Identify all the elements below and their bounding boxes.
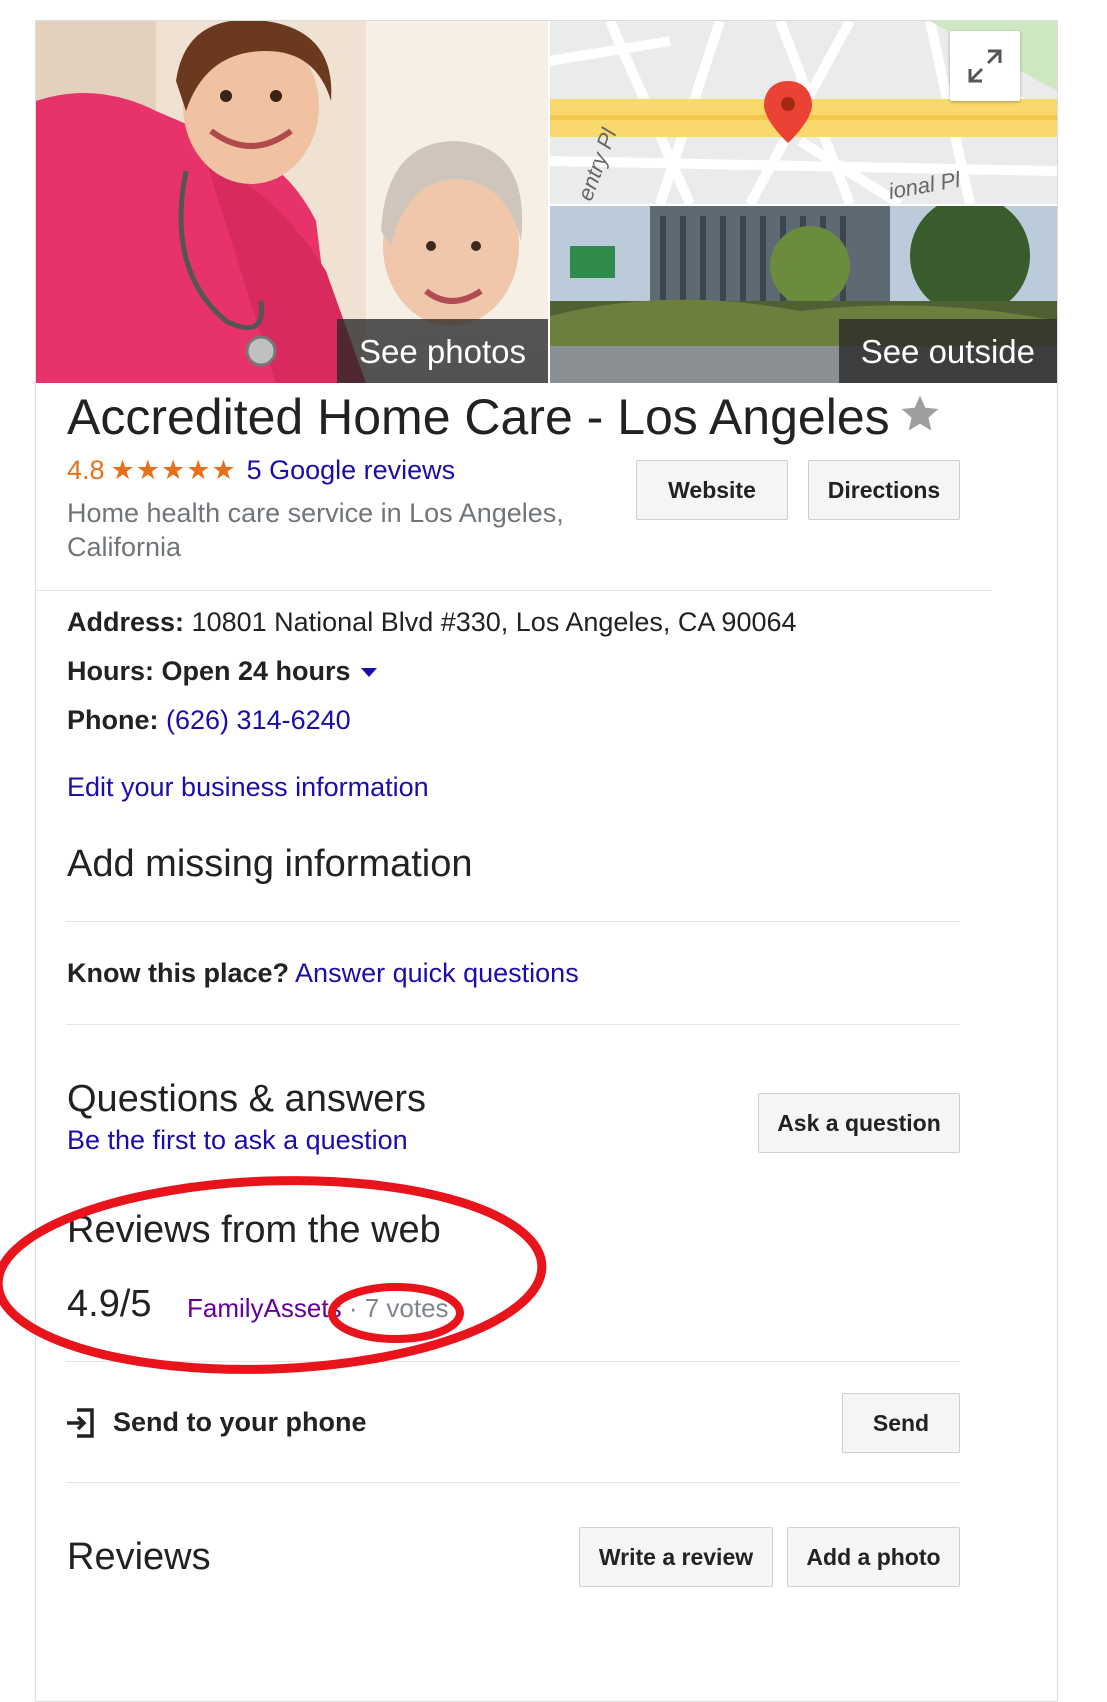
business-photo[interactable]: See photos [36,21,548,383]
web-review-score: 4.9/5 [67,1283,152,1325]
write-review-button[interactable]: Write a review [579,1527,773,1587]
see-outside-button[interactable]: See outside [838,319,1057,383]
business-category: Home health care service in Los Angeles,… [67,498,564,562]
divider [66,1482,960,1483]
divider [66,921,960,922]
divider [66,1024,960,1025]
votes-count: 7 votes [364,1293,449,1323]
add-missing-information[interactable]: Add missing information [67,843,473,886]
edit-business-link[interactable]: Edit your business information [67,772,429,803]
street-view-thumbnail[interactable]: See outside [550,206,1057,383]
add-photo-button[interactable]: Add a photo [787,1527,960,1587]
address-label: Address: [67,607,185,637]
website-button[interactable]: Website [636,460,788,520]
ask-question-button[interactable]: Ask a question [758,1093,960,1153]
rating-row: 4.8 ★★★★★ 5 Google reviews [67,455,455,486]
business-name: Accredited Home Care - Los Angeles [67,389,890,445]
send-to-phone-icon [67,1408,94,1438]
expand-icon [968,49,1002,83]
send-button[interactable]: Send [842,1393,960,1453]
hours-label: Hours: [67,656,154,686]
map-thumbnail[interactable]: entry Pl ional Pl [550,21,1057,204]
hours-dropdown-icon[interactable] [360,668,377,678]
address-value: 10801 National Blvd #330, Los Angeles, C… [191,607,797,637]
separator: · [348,1293,358,1323]
hours-value[interactable]: Open 24 hours [162,656,351,686]
divider [66,1361,960,1362]
address-row: Address: 10801 National Blvd #330, Los A… [67,607,797,638]
hours-row: Hours: Open 24 hours [67,656,377,687]
know-place-label: Know this place? [67,958,290,988]
rating-stars-icon: ★★★★★ [110,455,237,485]
google-reviews-link[interactable]: 5 Google reviews [247,455,456,485]
answer-questions-link[interactable]: Answer quick questions [295,958,579,988]
qa-title: Questions & answers [67,1078,427,1120]
know-this-place-row: Know this place? Answer quick questions [67,958,579,989]
family-assets-link[interactable]: FamilyAssets [187,1293,342,1323]
phone-row: Phone: (626) 314-6240 [67,705,351,736]
rating-value: 4.8 [67,455,105,485]
first-question-link[interactable]: Be the first to ask a question [67,1125,408,1156]
phone-link[interactable]: (626) 314-6240 [166,705,351,735]
divider [36,590,992,591]
expand-map-button[interactable] [950,31,1020,101]
phone-label: Phone: [67,705,159,735]
directions-button[interactable]: Directions [808,460,960,520]
web-review-source-row: FamilyAssets · 7 votes [187,1293,449,1324]
web-reviews-title: Reviews from the web [67,1209,441,1251]
see-photos-button[interactable]: See photos [337,319,548,383]
reviews-title: Reviews [67,1536,211,1578]
send-label-text: Send to your phone [113,1407,367,1437]
save-star-icon[interactable] [898,392,942,436]
send-to-phone-label: Send to your phone [113,1407,367,1438]
